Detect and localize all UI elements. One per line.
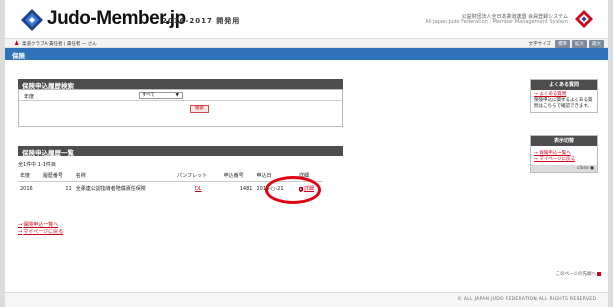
- col-year: 年度: [18, 170, 41, 182]
- faq-box: よくある質問 → よくある質問 保険申込に関するよくある質問はこちらで確認できま…: [530, 79, 598, 113]
- user-info: 柔道クラブA 責任者 | 責任者 一 さん: [22, 42, 97, 47]
- search-panel: 年度 すべて ▼ 検索: [18, 89, 343, 127]
- site-footer: © ALL JAPAN JUDO FEDERATION ALL RIGHTS R…: [5, 292, 608, 307]
- user-icon: ♟: [14, 40, 20, 47]
- federation-logo-icon: [575, 10, 593, 28]
- display-menu-title: 表示切替: [531, 136, 597, 146]
- cell-pamphlet: DL: [175, 182, 222, 196]
- sidebar-mypage-label: マイページに戻る: [539, 157, 576, 162]
- judo-logo-icon[interactable]: [20, 8, 44, 32]
- year-label: 年度: [24, 94, 35, 100]
- arrow-up-icon: [597, 271, 601, 276]
- bottom-links: →保険申込一覧へ →マイページに戻る: [18, 222, 63, 236]
- mypage-link-label: マイページに戻る: [23, 229, 64, 235]
- pamphlet-download-link[interactable]: DL: [195, 186, 202, 192]
- font-size-label: 文字サイズ: [528, 42, 551, 47]
- page-title: 保険: [12, 52, 25, 60]
- chevron-right-icon: →: [18, 229, 23, 235]
- search-year-row: 年度 すべて ▼: [19, 90, 342, 101]
- font-size-switcher: 文字サイズ 標準 拡大 最大: [529, 40, 604, 48]
- sidebar-close-button[interactable]: close ●: [531, 165, 597, 172]
- display-menu-box: 表示切替 → 保険申込一覧へ → マイページに戻る close ●: [530, 135, 598, 173]
- results-section-header: 保険申込履歴一覧: [18, 146, 343, 157]
- col-app-no: 申込番号: [221, 170, 255, 182]
- sidebar-mypage-link[interactable]: → マイページに戻る: [534, 157, 594, 163]
- faq-box-body: → よくある質問 保険申込に関するよくある質問はこちらで確認できます。: [531, 90, 597, 112]
- site-header: Judo-Member.jp 2016-2017 開発用 公益財団法人全日本柔道…: [5, 0, 608, 38]
- col-history-no: 履歴番号: [40, 170, 74, 182]
- dropdown-arrow-icon: ▼: [175, 93, 179, 98]
- highlight-annotation: [265, 176, 321, 204]
- apply-list-link[interactable]: →保険申込一覧へ: [18, 222, 63, 229]
- font-size-large-button[interactable]: 拡大: [572, 40, 587, 48]
- cell-history-no: 11: [65, 185, 72, 192]
- font-size-normal-button[interactable]: 標準: [555, 40, 570, 48]
- page-top-label: このページの先頭へ: [555, 272, 596, 277]
- sidebar-close-label: close: [577, 166, 589, 171]
- faq-box-title: よくある質問: [531, 80, 597, 90]
- search-section-header: 保険申込履歴検索: [18, 79, 343, 90]
- results-count: 全1件中 1-1件目: [18, 162, 56, 168]
- col-name: 名称: [73, 170, 175, 182]
- page-title-bar: 保険: [5, 48, 608, 60]
- font-size-max-button[interactable]: 最大: [589, 40, 604, 48]
- year-select-value: すべて: [142, 93, 156, 98]
- display-menu-body: → 保険申込一覧へ → マイページに戻る: [531, 146, 597, 165]
- mypage-link[interactable]: →マイページに戻る: [18, 229, 63, 236]
- search-button[interactable]: 検索: [190, 105, 209, 113]
- site-year-label: 2016-2017 開発用: [162, 17, 241, 25]
- faq-description: 保険申込に関するよくある質問はこちらで確認できます。: [534, 98, 593, 109]
- col-pamphlet: パンフレット: [174, 170, 222, 182]
- cell-year: 2016: [20, 185, 33, 192]
- chevron-right-icon: →: [18, 222, 23, 228]
- year-select[interactable]: すべて ▼: [139, 92, 183, 99]
- page-top-link[interactable]: このページの先頭へ: [556, 271, 601, 277]
- faq-link-label: よくある質問: [539, 92, 567, 97]
- apply-list-link-label: 保険申込一覧へ: [23, 222, 59, 228]
- cell-name: 全柔連公認指導者賠償責任保険: [75, 186, 146, 192]
- org-name-en: All Japan Judo Federation : Member Manag…: [425, 19, 568, 25]
- sidebar-apply-list-label: 保険申込一覧へ: [539, 151, 571, 156]
- cell-app-no: 1481: [239, 185, 253, 192]
- user-bar: ♟ 柔道クラブA 責任者 | 責任者 一 さん 文字サイズ 標準 拡大 最大: [5, 38, 608, 48]
- close-icon: ●: [590, 166, 594, 171]
- window-frame-right: [608, 0, 613, 307]
- copyright: © ALL JAPAN JUDO FEDERATION ALL RIGHTS R…: [457, 297, 598, 302]
